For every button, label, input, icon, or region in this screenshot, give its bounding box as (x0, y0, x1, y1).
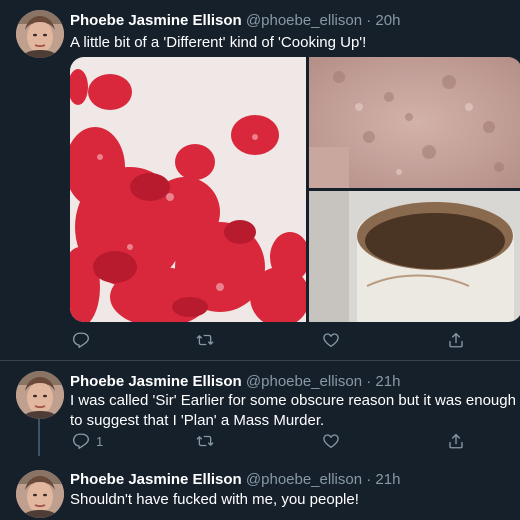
tweet-text: I was called 'Sir' Earlier for some obsc… (70, 392, 516, 429)
retweet-button[interactable] (196, 331, 214, 349)
tweet-3[interactable]: Phoebe Jasmine Ellison @phoebe_ellison ·… (0, 462, 520, 520)
share-button[interactable] (447, 331, 465, 349)
tweet-2[interactable]: Phoebe Jasmine Ellison @phoebe_ellison ·… (0, 361, 520, 460)
tweet-text: A little bit of a 'Different' kind of 'C… (70, 34, 367, 51)
red-pieces-image (70, 57, 306, 322)
tweet-text: Shouldn't have fucked with me, you peopl… (70, 491, 359, 508)
share-icon (447, 432, 465, 450)
avatar[interactable] (16, 10, 64, 58)
user-photo-icon (16, 371, 64, 419)
avatar[interactable] (16, 371, 64, 419)
display-name[interactable]: Phoebe Jasmine Ellison (70, 373, 242, 390)
user-photo-icon (16, 10, 64, 58)
timestamp[interactable]: 21h (375, 373, 400, 390)
red-crumbled-pieces-photo[interactable] (70, 57, 306, 322)
handle[interactable]: @phoebe_ellison (246, 373, 362, 390)
handle[interactable]: @phoebe_ellison (246, 471, 362, 488)
tweet-actions: 1 (64, 432, 520, 454)
share-button[interactable] (447, 432, 465, 450)
timestamp[interactable]: 21h (375, 471, 400, 488)
handle[interactable]: @phoebe_ellison (246, 12, 362, 29)
media-grid[interactable] (70, 57, 520, 322)
reply-button[interactable] (72, 331, 96, 349)
like-button[interactable] (322, 331, 340, 349)
cardboard-tube-image (309, 191, 520, 322)
retweet-icon (196, 331, 214, 349)
pink-powder-image (309, 57, 520, 188)
cardboard-tube-photo[interactable] (309, 191, 520, 322)
tweet-header: Phoebe Jasmine Ellison @phoebe_ellison ·… (70, 11, 400, 30)
reply-button[interactable]: 1 (72, 432, 103, 450)
tweet-1[interactable]: Phoebe Jasmine Ellison @phoebe_ellison ·… (0, 0, 520, 360)
retweet-button[interactable] (196, 432, 214, 450)
like-icon (322, 331, 340, 349)
share-icon (447, 331, 465, 349)
like-icon (322, 432, 340, 450)
tweet-header: Phoebe Jasmine Ellison @phoebe_ellison ·… (70, 470, 400, 489)
timestamp[interactable]: 20h (375, 12, 400, 29)
user-photo-icon (16, 470, 64, 518)
separator: · (366, 12, 372, 29)
display-name[interactable]: Phoebe Jasmine Ellison (70, 471, 242, 488)
reply-count: 1 (96, 433, 104, 449)
pink-powder-photo[interactable] (309, 57, 520, 188)
separator: · (366, 373, 372, 390)
separator: · (366, 471, 372, 488)
like-button[interactable] (322, 432, 340, 450)
thread-connector (38, 418, 40, 456)
retweet-icon (196, 432, 214, 450)
reply-icon (72, 331, 90, 349)
reply-icon (72, 432, 90, 450)
tweet-actions (64, 331, 520, 353)
display-name[interactable]: Phoebe Jasmine Ellison (70, 12, 242, 29)
tweet-header: Phoebe Jasmine Ellison @phoebe_ellison ·… (70, 372, 400, 391)
avatar[interactable] (16, 470, 64, 518)
